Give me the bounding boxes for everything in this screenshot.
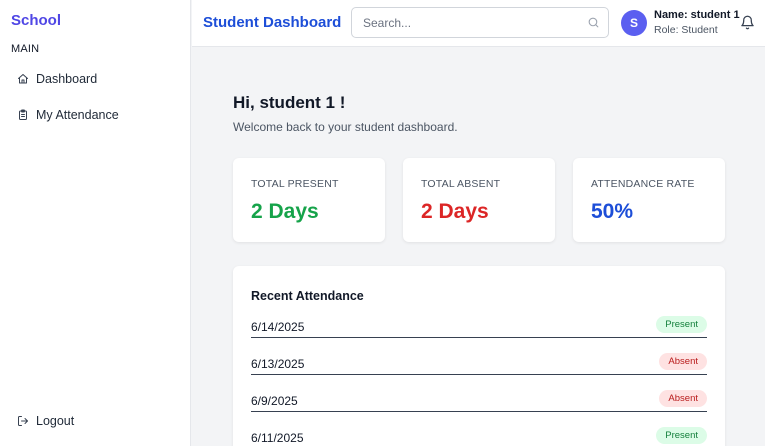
recent-attendance-panel: Recent Attendance 6/14/2025 Present 6/13/2… <box>233 266 725 446</box>
attendance-row: 6/9/2025 Absent <box>251 390 707 412</box>
status-badge: Absent <box>659 353 707 370</box>
attendance-date: 6/11/2025 <box>251 431 304 445</box>
stat-value: 2 Days <box>421 200 489 223</box>
status-badge: Present <box>656 316 707 333</box>
search-input[interactable] <box>352 8 572 37</box>
page-title: Student Dashboard <box>203 14 342 31</box>
sidebar-item-my-attendance[interactable]: My Attendance <box>11 104 181 126</box>
search-box[interactable] <box>351 7 609 38</box>
attendance-date: 6/9/2025 <box>251 394 298 408</box>
recent-attendance-title: Recent Attendance <box>251 289 364 303</box>
status-badge: Present <box>656 427 707 444</box>
clipboard-icon <box>19 109 27 120</box>
stat-label: TOTAL PRESENT <box>251 178 339 190</box>
sidebar-item-label: Dashboard <box>36 72 98 86</box>
logout-button[interactable]: Logout <box>11 410 181 432</box>
stat-value: 50% <box>591 200 634 223</box>
avatar[interactable]: S <box>621 10 647 36</box>
sidebar-item-dashboard[interactable]: Dashboard <box>11 68 181 90</box>
home-icon <box>18 74 28 84</box>
user-name: Name: student 1 <box>654 9 740 21</box>
stat-card-total-absent: TOTAL ABSENT 2 Days <box>403 158 555 242</box>
search-icon[interactable] <box>587 16 600 29</box>
stat-label: TOTAL ABSENT <box>421 178 501 190</box>
logout-label: Logout <box>36 414 75 428</box>
stat-value: 2 Days <box>251 200 319 223</box>
top-header: Student Dashboard S Name: student 1 Role… <box>192 0 765 47</box>
stat-label: ATTENDANCE RATE <box>591 178 695 190</box>
greeting-subtitle: Welcome back to your student dashboard. <box>233 120 458 134</box>
logout-icon <box>18 416 28 426</box>
attendance-row: 6/13/2025 Absent <box>251 353 707 375</box>
attendance-row: 6/11/2025 Present <box>251 427 707 446</box>
attendance-row: 6/14/2025 Present <box>251 316 707 338</box>
stat-card-total-present: TOTAL PRESENT 2 Days <box>233 158 385 242</box>
sidebar-section-label: MAIN <box>11 43 40 55</box>
attendance-date: 6/13/2025 <box>251 357 305 371</box>
attendance-date: 6/14/2025 <box>251 320 305 334</box>
brand-logo[interactable]: School <box>11 12 61 29</box>
bell-icon[interactable] <box>740 15 755 30</box>
greeting-heading: Hi, student 1 ! <box>233 93 346 112</box>
stat-card-attendance-rate: ATTENDANCE RATE 50% <box>573 158 725 242</box>
user-role: Role: Student <box>654 24 718 36</box>
status-badge: Absent <box>659 390 707 407</box>
sidebar-item-label: My Attendance <box>36 108 119 122</box>
sidebar: School MAIN Dashboard My Attendance Logo… <box>0 0 191 446</box>
